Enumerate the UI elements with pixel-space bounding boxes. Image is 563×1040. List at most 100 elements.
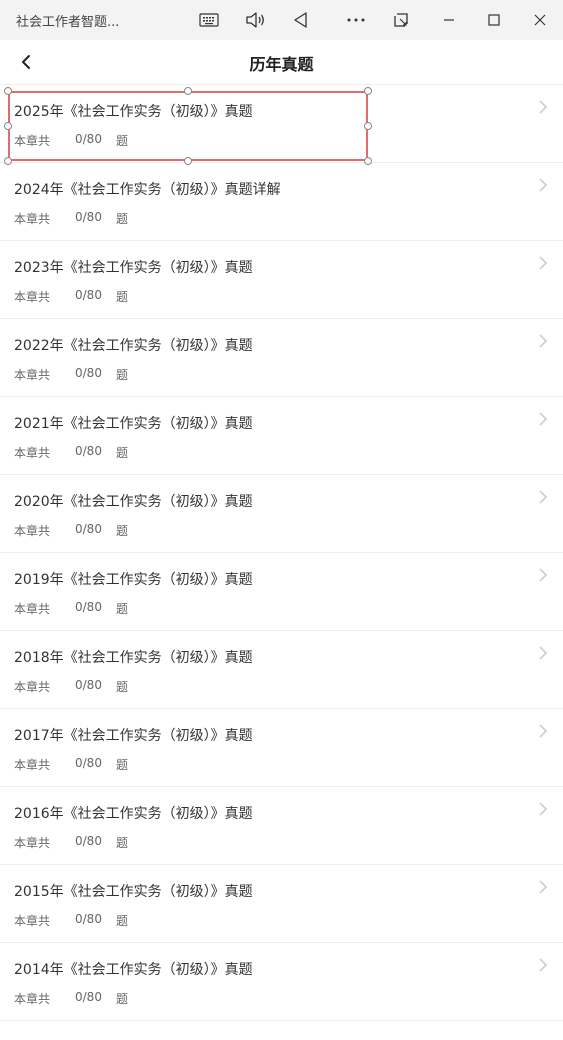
list-item[interactable]: 2016年《社会工作实务（初级）》真题 本章共 0/80 题 bbox=[0, 787, 563, 865]
item-prefix: 本章共 bbox=[14, 602, 51, 616]
item-count: 0/80 bbox=[75, 366, 102, 380]
item-count: 0/80 bbox=[75, 990, 102, 1004]
item-title: 2020年《社会工作实务（初级）》真题 bbox=[14, 494, 253, 510]
item-count: 0/80 bbox=[75, 522, 102, 536]
item-meta: 本章共 0/80 题 bbox=[14, 366, 128, 383]
item-unit: 题 bbox=[116, 290, 129, 304]
item-title: 2023年《社会工作实务（初级）》真题 bbox=[14, 260, 253, 276]
chevron-right-icon bbox=[539, 256, 548, 270]
item-title: 2016年《社会工作实务（初级）》真题 bbox=[14, 806, 253, 822]
item-count: 0/80 bbox=[75, 756, 102, 770]
close-icon[interactable] bbox=[527, 8, 553, 32]
item-count: 0/80 bbox=[75, 834, 102, 848]
resize-handle[interactable] bbox=[364, 122, 372, 130]
item-meta: 本章共 0/80 题 bbox=[14, 912, 128, 929]
chevron-right-icon bbox=[539, 490, 548, 504]
item-unit: 题 bbox=[116, 914, 129, 928]
item-count: 0/80 bbox=[75, 444, 102, 458]
resize-handle[interactable] bbox=[4, 122, 12, 130]
chevron-right-icon bbox=[539, 100, 548, 114]
list-item[interactable]: 2021年《社会工作实务（初级）》真题 本章共 0/80 题 bbox=[0, 397, 563, 475]
item-prefix: 本章共 bbox=[14, 290, 51, 304]
page-title: 历年真题 bbox=[249, 55, 314, 74]
list-item[interactable]: 2023年《社会工作实务（初级）》真题 本章共 0/80 题 bbox=[0, 241, 563, 319]
item-prefix: 本章共 bbox=[14, 134, 51, 148]
item-prefix: 本章共 bbox=[14, 836, 51, 850]
item-meta: 本章共 0/80 题 bbox=[14, 834, 128, 851]
item-meta: 本章共 0/80 题 bbox=[14, 522, 128, 539]
item-meta: 本章共 0/80 题 bbox=[14, 990, 128, 1007]
item-prefix: 本章共 bbox=[14, 680, 51, 694]
item-prefix: 本章共 bbox=[14, 212, 51, 226]
resize-handle[interactable] bbox=[4, 157, 12, 165]
item-title: 2021年《社会工作实务（初级）》真题 bbox=[14, 416, 253, 432]
item-title: 2019年《社会工作实务（初级）》真题 bbox=[14, 572, 253, 588]
item-unit: 题 bbox=[116, 524, 129, 538]
chevron-right-icon bbox=[539, 334, 548, 348]
item-prefix: 本章共 bbox=[14, 914, 51, 928]
maximize-icon[interactable] bbox=[481, 8, 507, 32]
minimize-icon[interactable] bbox=[436, 8, 462, 32]
item-count: 0/80 bbox=[75, 678, 102, 692]
list-item[interactable]: 2014年《社会工作实务（初级）》真题 本章共 0/80 题 bbox=[0, 943, 563, 1021]
item-title: 2017年《社会工作实务（初级）》真题 bbox=[14, 728, 253, 744]
item-count: 0/80 bbox=[75, 210, 102, 224]
page-header: 历年真题 bbox=[0, 40, 563, 85]
chevron-right-icon bbox=[539, 958, 548, 972]
item-title: 2014年《社会工作实务（初级）》真题 bbox=[14, 962, 253, 978]
item-prefix: 本章共 bbox=[14, 368, 51, 382]
item-title: 2024年《社会工作实务（初级）》真题详解 bbox=[14, 182, 281, 198]
item-prefix: 本章共 bbox=[14, 758, 51, 772]
resize-handle[interactable] bbox=[364, 87, 372, 95]
resize-handle[interactable] bbox=[364, 157, 372, 165]
item-unit: 题 bbox=[116, 212, 129, 226]
chevron-right-icon bbox=[539, 802, 548, 816]
resize-handle[interactable] bbox=[4, 87, 12, 95]
chevron-right-icon bbox=[539, 178, 548, 192]
chevron-right-icon bbox=[539, 568, 548, 582]
item-meta: 本章共 0/80 题 bbox=[14, 678, 128, 695]
item-unit: 题 bbox=[116, 992, 129, 1006]
chevron-right-icon bbox=[539, 646, 548, 660]
item-count: 0/80 bbox=[75, 288, 102, 302]
chevron-right-icon bbox=[539, 724, 548, 738]
list-item[interactable]: 2019年《社会工作实务（初级）》真题 本章共 0/80 题 bbox=[0, 553, 563, 631]
exam-list: 2025年《社会工作实务（初级）》真题 本章共 0/80 题 2024年《社会工… bbox=[0, 85, 563, 1021]
item-meta: 本章共 0/80 题 bbox=[14, 132, 128, 149]
item-title: 2022年《社会工作实务（初级）》真题 bbox=[14, 338, 253, 354]
item-meta: 本章共 0/80 题 bbox=[14, 756, 128, 773]
screenshot-icon[interactable] bbox=[389, 8, 415, 32]
resize-handle[interactable] bbox=[184, 157, 192, 165]
item-count: 0/80 bbox=[75, 912, 102, 926]
list-item[interactable]: 2024年《社会工作实务（初级）》真题详解 本章共 0/80 题 bbox=[0, 163, 563, 241]
more-icon[interactable] bbox=[343, 8, 369, 32]
item-meta: 本章共 0/80 题 bbox=[14, 600, 128, 617]
item-unit: 题 bbox=[116, 680, 129, 694]
volume-icon[interactable] bbox=[242, 8, 268, 32]
list-item[interactable]: 2017年《社会工作实务（初级）》真题 本章共 0/80 题 bbox=[0, 709, 563, 787]
item-unit: 题 bbox=[116, 602, 129, 616]
back-triangle-icon[interactable] bbox=[288, 8, 314, 32]
item-title: 2015年《社会工作实务（初级）》真题 bbox=[14, 884, 253, 900]
item-unit: 题 bbox=[116, 836, 129, 850]
window-title: 社会工作者智题... bbox=[16, 15, 120, 30]
item-meta: 本章共 0/80 题 bbox=[14, 444, 128, 461]
keyboard-icon[interactable] bbox=[196, 8, 222, 32]
item-count: 0/80 bbox=[75, 600, 102, 614]
window-titlebar: 社会工作者智题... bbox=[0, 0, 563, 40]
item-title: 2025年《社会工作实务（初级）》真题 bbox=[14, 104, 253, 120]
item-meta: 本章共 0/80 题 bbox=[14, 210, 128, 227]
item-unit: 题 bbox=[116, 758, 129, 772]
list-item[interactable]: 2022年《社会工作实务（初级）》真题 本章共 0/80 题 bbox=[0, 319, 563, 397]
item-unit: 题 bbox=[116, 134, 129, 148]
list-item[interactable]: 2020年《社会工作实务（初级）》真题 本章共 0/80 题 bbox=[0, 475, 563, 553]
list-item[interactable]: 2015年《社会工作实务（初级）》真题 本章共 0/80 题 bbox=[0, 865, 563, 943]
list-item[interactable]: 2025年《社会工作实务（初级）》真题 本章共 0/80 题 bbox=[0, 85, 563, 163]
chevron-right-icon bbox=[539, 880, 548, 894]
list-item[interactable]: 2018年《社会工作实务（初级）》真题 本章共 0/80 题 bbox=[0, 631, 563, 709]
item-prefix: 本章共 bbox=[14, 524, 51, 538]
item-unit: 题 bbox=[116, 446, 129, 460]
item-title: 2018年《社会工作实务（初级）》真题 bbox=[14, 650, 253, 666]
chevron-right-icon bbox=[539, 412, 548, 426]
resize-handle[interactable] bbox=[184, 87, 192, 95]
